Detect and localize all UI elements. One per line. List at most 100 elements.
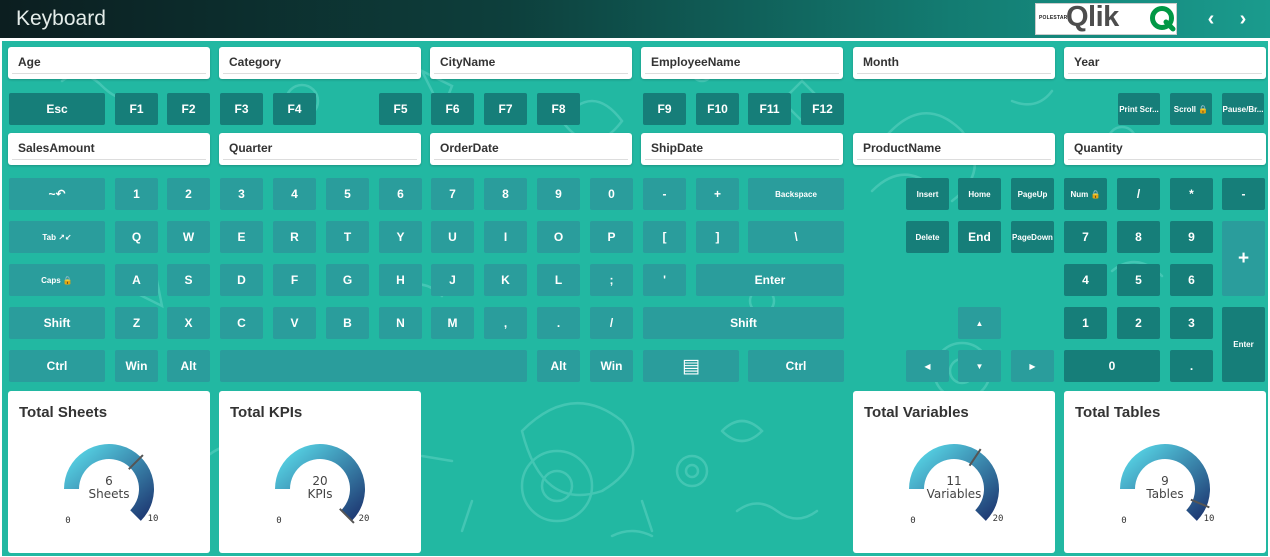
key-t[interactable]: T bbox=[326, 221, 369, 253]
key-punct-10[interactable]: / bbox=[590, 307, 633, 339]
key-num-plus[interactable]: + bbox=[1222, 221, 1265, 296]
key-0[interactable]: 0 bbox=[590, 178, 633, 210]
key-num-2[interactable]: 2 bbox=[1117, 307, 1160, 339]
key-f3[interactable]: F3 bbox=[220, 93, 263, 125]
key-s[interactable]: S bbox=[167, 264, 210, 296]
key-punct-10[interactable]: ; bbox=[590, 264, 633, 296]
key-blank[interactable]: + bbox=[696, 178, 739, 210]
key-num-4[interactable]: 4 bbox=[1064, 264, 1107, 296]
key-blank[interactable]: - bbox=[643, 178, 686, 210]
key-menu[interactable]: ▤ bbox=[643, 350, 739, 382]
key-n[interactable]: N bbox=[379, 307, 422, 339]
key-e[interactable]: E bbox=[220, 221, 263, 253]
key-num-8[interactable]: 8 bbox=[1117, 221, 1160, 253]
key-f7[interactable]: F7 bbox=[484, 93, 527, 125]
key-tilde[interactable]: ~↶ bbox=[9, 178, 105, 210]
key-win-left[interactable]: Win bbox=[115, 350, 158, 382]
key-arrow-right[interactable]: ▶ bbox=[1011, 350, 1054, 382]
key-b[interactable]: B bbox=[326, 307, 369, 339]
key-caps[interactable]: Caps 🔒 bbox=[9, 264, 105, 296]
key-backslash[interactable]: \ bbox=[748, 221, 844, 253]
kpi-card-total-sheets[interactable]: Total Sheets 6 Sheets 0 10 bbox=[8, 391, 210, 553]
key-num-decimal[interactable]: . bbox=[1170, 350, 1213, 382]
filter-salesamount[interactable]: SalesAmount bbox=[8, 133, 210, 165]
key-punct-11[interactable]: ' bbox=[643, 264, 686, 296]
key-home[interactable]: Home bbox=[958, 178, 1001, 210]
kpi-card-total-tables[interactable]: Total Tables 9 Tables 0 10 bbox=[1064, 391, 1266, 553]
key-7[interactable]: 7 bbox=[431, 178, 474, 210]
filter-year[interactable]: Year bbox=[1064, 47, 1266, 79]
key-8[interactable]: 8 bbox=[484, 178, 527, 210]
key-num-1[interactable]: 1 bbox=[1064, 307, 1107, 339]
key-num-divide[interactable]: / bbox=[1117, 178, 1160, 210]
filter-cityname[interactable]: CityName bbox=[430, 47, 632, 79]
key-f8[interactable]: F8 bbox=[537, 93, 580, 125]
key-alt-left[interactable]: Alt bbox=[167, 350, 210, 382]
key-y[interactable]: Y bbox=[379, 221, 422, 253]
filter-quarter[interactable]: Quarter bbox=[219, 133, 421, 165]
filter-month[interactable]: Month bbox=[853, 47, 1055, 79]
filter-productname[interactable]: ProductName bbox=[853, 133, 1055, 165]
key-u[interactable]: U bbox=[431, 221, 474, 253]
key-1[interactable]: 1 bbox=[115, 178, 158, 210]
key-m[interactable]: M bbox=[431, 307, 474, 339]
key-num-6[interactable]: 6 bbox=[1170, 264, 1213, 296]
key-f4[interactable]: F4 bbox=[273, 93, 316, 125]
key-v[interactable]: V bbox=[273, 307, 316, 339]
filter-quantity[interactable]: Quantity bbox=[1064, 133, 1266, 165]
filter-age[interactable]: Age bbox=[8, 47, 210, 79]
key-o[interactable]: O bbox=[537, 221, 580, 253]
key-p[interactable]: P bbox=[590, 221, 633, 253]
key-5[interactable]: 5 bbox=[326, 178, 369, 210]
key-arrow-down[interactable]: ▼ bbox=[958, 350, 1001, 382]
key-a[interactable]: A bbox=[115, 264, 158, 296]
key-q[interactable]: Q bbox=[115, 221, 158, 253]
key-d[interactable]: D bbox=[220, 264, 263, 296]
key-f[interactable]: F bbox=[273, 264, 316, 296]
key-f9[interactable]: F9 bbox=[643, 93, 686, 125]
key-punct-8[interactable]: , bbox=[484, 307, 527, 339]
key-w[interactable]: W bbox=[167, 221, 210, 253]
key-num-7[interactable]: 7 bbox=[1064, 221, 1107, 253]
key-r[interactable]: R bbox=[273, 221, 316, 253]
key-win-right[interactable]: Win bbox=[590, 350, 633, 382]
key-f11[interactable]: F11 bbox=[748, 93, 791, 125]
key-num-9[interactable]: 9 bbox=[1170, 221, 1213, 253]
key-num-3[interactable]: 3 bbox=[1170, 307, 1213, 339]
key-c[interactable]: C bbox=[220, 307, 263, 339]
key-arrow-left[interactable]: ◀ bbox=[906, 350, 949, 382]
key-blank[interactable]: ] bbox=[696, 221, 739, 253]
filter-orderdate[interactable]: OrderDate bbox=[430, 133, 632, 165]
key-2[interactable]: 2 bbox=[167, 178, 210, 210]
key-x[interactable]: X bbox=[167, 307, 210, 339]
key-enter[interactable]: Enter bbox=[696, 264, 844, 296]
key-alt-right[interactable]: Alt bbox=[537, 350, 580, 382]
key-h[interactable]: H bbox=[379, 264, 422, 296]
key-blank[interactable]: [ bbox=[643, 221, 686, 253]
key-num-0[interactable]: 0 bbox=[1064, 350, 1160, 382]
filter-category[interactable]: Category bbox=[219, 47, 421, 79]
key-esc[interactable]: Esc bbox=[9, 93, 105, 125]
key-num-multiply[interactable]: * bbox=[1170, 178, 1213, 210]
key-insert[interactable]: Insert bbox=[906, 178, 949, 210]
kpi-card-total-variables[interactable]: Total Variables 11 Variables 0 20 bbox=[853, 391, 1055, 553]
next-sheet-button[interactable]: › bbox=[1232, 8, 1254, 30]
key-num-minus[interactable]: - bbox=[1222, 178, 1265, 210]
key-f2[interactable]: F2 bbox=[167, 93, 210, 125]
key-backspace[interactable]: Backspace bbox=[748, 178, 844, 210]
key-scroll[interactable]: Scroll 🔒 bbox=[1170, 93, 1212, 125]
key-i[interactable]: I bbox=[484, 221, 527, 253]
key-f6[interactable]: F6 bbox=[431, 93, 474, 125]
key-delete[interactable]: Delete bbox=[906, 221, 949, 253]
key-f12[interactable]: F12 bbox=[801, 93, 844, 125]
key-pause-br[interactable]: Pause/Br... bbox=[1222, 93, 1264, 125]
key-num-enter[interactable]: Enter bbox=[1222, 307, 1265, 382]
key-f5[interactable]: F5 bbox=[379, 93, 422, 125]
key-numlock[interactable]: Num 🔒 bbox=[1064, 178, 1107, 210]
key-pagedown[interactable]: PageDown bbox=[1011, 221, 1054, 253]
key-tab[interactable]: Tab ↗↙ bbox=[9, 221, 105, 253]
key-arrow-up[interactable]: ▲ bbox=[958, 307, 1001, 339]
key-punct-9[interactable]: . bbox=[537, 307, 580, 339]
key-6[interactable]: 6 bbox=[379, 178, 422, 210]
key-ctrl-right[interactable]: Ctrl bbox=[748, 350, 844, 382]
